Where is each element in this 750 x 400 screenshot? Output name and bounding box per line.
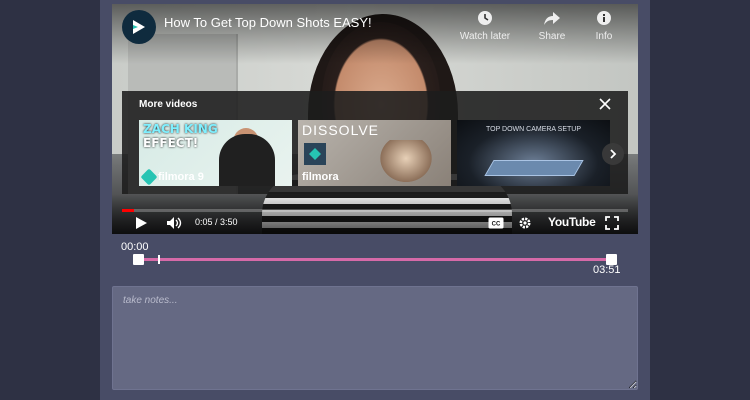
- more-videos-panel: More videos ZACH KING EFFECT! filmora 9 …: [122, 91, 628, 194]
- trim-start-time: 00:00: [121, 241, 149, 253]
- thumbnail-headline: ZACH KING EFFECT!: [143, 122, 218, 150]
- thumbnail-headline-line1: ZACH KING: [143, 122, 218, 136]
- thumbnail-brand-label: filmora: [302, 171, 339, 183]
- video-player[interactable]: How To Get Top Down Shots EASY! Watch la…: [112, 4, 638, 234]
- notes-textarea[interactable]: [112, 286, 638, 390]
- trim-playhead[interactable]: [157, 255, 160, 264]
- trim-range-track[interactable]: [138, 258, 612, 261]
- suggested-video-thumbnail[interactable]: ZACH KING EFFECT! filmora 9: [139, 120, 292, 186]
- watch-later-button[interactable]: Watch later: [455, 10, 515, 42]
- play-button[interactable]: [134, 216, 148, 230]
- thumbnail-desk-illustration: [484, 160, 584, 176]
- watch-later-label: Watch later: [459, 31, 511, 42]
- suggested-video-thumbnail[interactable]: DISSOLVE filmora: [298, 120, 451, 186]
- more-videos-next-button[interactable]: [602, 143, 624, 165]
- thumbnail-headline-line2: EFFECT!: [143, 136, 199, 150]
- more-videos-heading: More videos: [139, 99, 198, 110]
- captions-icon: CC: [488, 217, 504, 229]
- suggested-video-thumbnail[interactable]: TOP DOWN CAMERA SETUP: [457, 120, 610, 186]
- close-icon: [599, 98, 611, 110]
- channel-avatar[interactable]: [122, 10, 156, 44]
- settings-button[interactable]: [518, 216, 532, 230]
- duration: 3:50: [220, 217, 238, 227]
- filmora-logo-icon: [140, 168, 158, 186]
- gear-icon: [519, 217, 531, 229]
- mute-button[interactable]: [166, 216, 184, 230]
- fullscreen-icon: [605, 216, 619, 230]
- share-label: Share: [538, 31, 566, 42]
- share-button[interactable]: Share: [522, 10, 582, 42]
- svg-text:CC: CC: [492, 222, 501, 228]
- player-controls: 0:05 / 3:50 CC YouTube: [112, 212, 638, 234]
- thumbnail-dissolving-figure: [376, 140, 436, 186]
- clock-icon: [455, 10, 515, 28]
- trim-start-handle[interactable]: [133, 254, 144, 265]
- share-icon: [522, 10, 582, 28]
- thumbnail-brand: filmora: [302, 171, 339, 183]
- chevron-right-icon: [610, 149, 617, 159]
- thumbnail-person: [219, 134, 275, 186]
- youtube-logo[interactable]: YouTube: [548, 215, 596, 229]
- thumbnail-brand-label: filmora 9: [158, 171, 204, 183]
- thumbnail-brand: filmora 9: [140, 168, 204, 186]
- current-time: 0:05: [195, 217, 213, 227]
- time-separator: /: [212, 217, 221, 227]
- video-title[interactable]: How To Get Top Down Shots EASY!: [164, 15, 372, 30]
- thumbnail-headline: TOP DOWN CAMERA SETUP: [485, 126, 582, 133]
- time-display: 0:05 / 3:50: [195, 217, 238, 227]
- close-more-videos-button[interactable]: [598, 97, 612, 111]
- captions-button[interactable]: CC: [488, 216, 504, 230]
- info-button[interactable]: Info: [574, 10, 634, 42]
- fullscreen-button[interactable]: [605, 216, 619, 230]
- filmora-logo-icon: [133, 20, 145, 34]
- play-icon: [136, 217, 147, 229]
- thumbnail-headline: DISSOLVE: [302, 122, 379, 138]
- filmora-logo-icon: [304, 143, 326, 165]
- info-icon: [574, 10, 634, 28]
- volume-icon: [167, 217, 182, 229]
- info-label: Info: [595, 31, 613, 42]
- trim-end-time: 03:51: [593, 264, 621, 276]
